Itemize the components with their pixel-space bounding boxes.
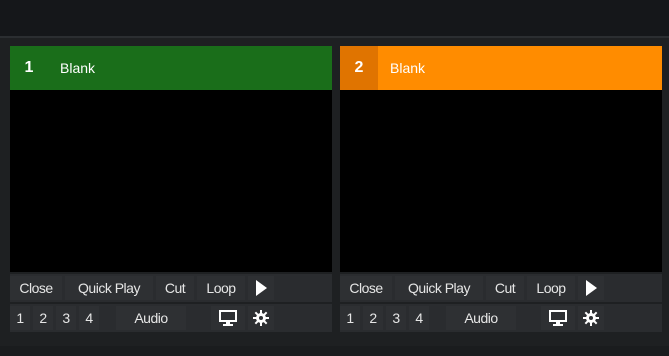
settings-button[interactable]: [248, 306, 274, 330]
option-row: 1 2 3 4 Audio: [340, 304, 662, 332]
loop-button[interactable]: Loop: [527, 276, 575, 300]
play-icon: [255, 280, 267, 296]
preview-area[interactable]: [340, 90, 662, 272]
loop-button[interactable]: Loop: [197, 276, 245, 300]
gear-icon: [583, 310, 599, 326]
panel-number: 1: [10, 46, 48, 90]
control-row: Close Quick Play Cut Loop: [10, 274, 332, 302]
overlay-2-button[interactable]: 2: [363, 306, 383, 330]
panel-number: 2: [340, 46, 378, 90]
cut-button[interactable]: Cut: [486, 276, 524, 300]
input-panel-1[interactable]: 1 Blank Close Quick Play Cut Loop 1 2 3 …: [10, 46, 332, 340]
overlay-1-button[interactable]: 1: [10, 306, 30, 330]
settings-button[interactable]: [578, 306, 604, 330]
cut-button[interactable]: Cut: [156, 276, 194, 300]
quick-play-button[interactable]: Quick Play: [65, 276, 153, 300]
preview-area[interactable]: [10, 90, 332, 272]
monitor-icon: [549, 310, 567, 326]
panel-header[interactable]: 2 Blank: [340, 46, 662, 90]
monitor-button[interactable]: [541, 306, 575, 330]
input-panel-2[interactable]: 2 Blank Close Quick Play Cut Loop 1 2 3 …: [340, 46, 662, 340]
monitor-icon: [219, 310, 237, 326]
play-icon: [585, 280, 597, 296]
overlay-1-button[interactable]: 1: [340, 306, 360, 330]
overlay-4-button[interactable]: 4: [409, 306, 429, 330]
panel-header[interactable]: 1 Blank: [10, 46, 332, 90]
top-bar: [0, 0, 669, 36]
overlay-2-button[interactable]: 2: [33, 306, 53, 330]
bottom-bar: [0, 346, 669, 356]
divider: [0, 36, 669, 38]
option-row: 1 2 3 4 Audio: [10, 304, 332, 332]
play-button[interactable]: [248, 276, 274, 300]
overlay-3-button[interactable]: 3: [386, 306, 406, 330]
audio-button[interactable]: Audio: [116, 306, 186, 330]
quick-play-button[interactable]: Quick Play: [395, 276, 483, 300]
gear-icon: [253, 310, 269, 326]
close-button[interactable]: Close: [10, 276, 62, 300]
audio-button[interactable]: Audio: [446, 306, 516, 330]
overlay-3-button[interactable]: 3: [56, 306, 76, 330]
panel-title: Blank: [60, 60, 96, 76]
overlay-4-button[interactable]: 4: [79, 306, 99, 330]
close-button[interactable]: Close: [340, 276, 392, 300]
play-button[interactable]: [578, 276, 604, 300]
control-row: Close Quick Play Cut Loop: [340, 274, 662, 302]
panel-title: Blank: [390, 60, 426, 76]
monitor-button[interactable]: [211, 306, 245, 330]
